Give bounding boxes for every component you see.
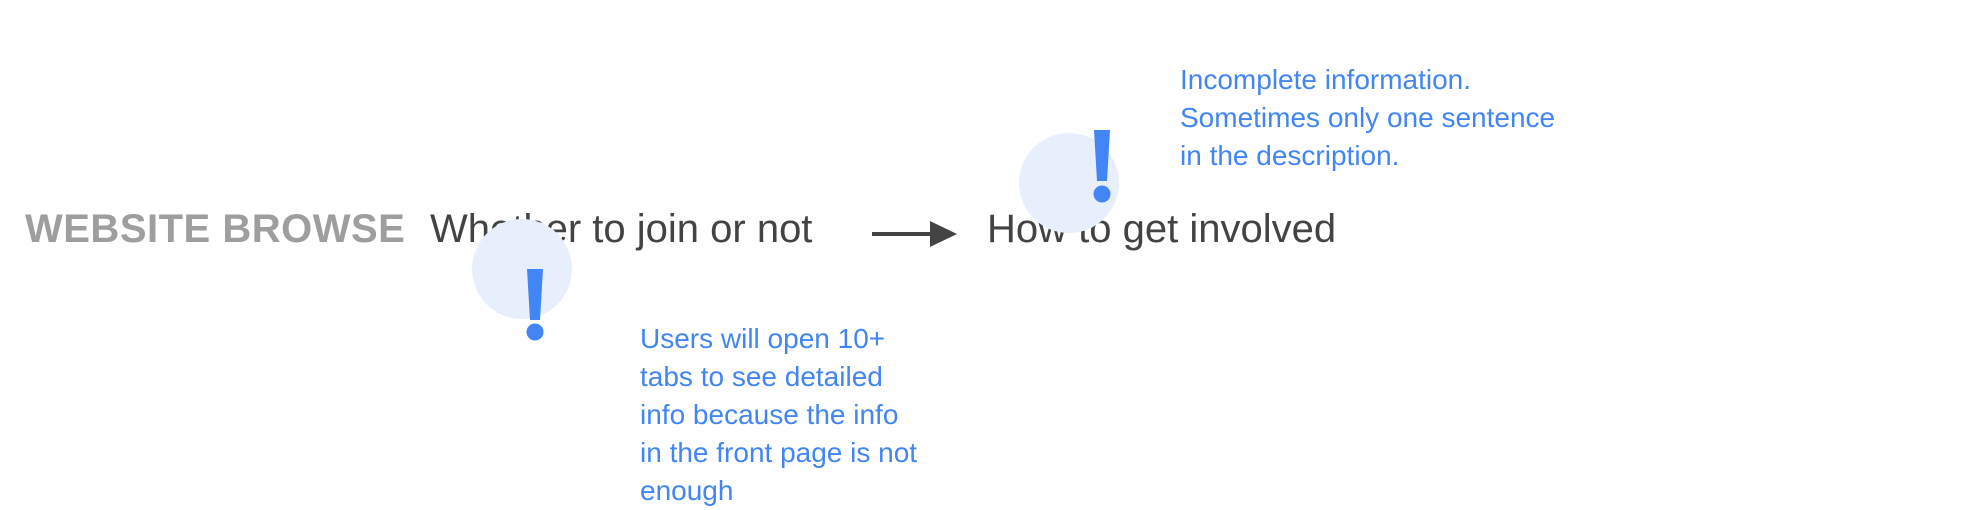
exclamation-icon <box>1019 130 1119 233</box>
pain-note-line: Sometimes only one sentence <box>1180 102 1556 133</box>
pain-note-line: tabs to see detailed <box>640 361 883 392</box>
pain-note-tabs: Users will open 10+ tabs to see detailed… <box>640 320 917 510</box>
pain-note-line: Users will open 10+ <box>640 323 886 354</box>
section-label: WEBSITE BROWSE <box>25 207 406 251</box>
pain-note-line: Incomplete information. <box>1180 64 1472 95</box>
pain-note-line: in the front page is not <box>640 437 918 468</box>
pain-note-line: enough <box>640 475 734 506</box>
arrow-right-icon <box>872 221 957 247</box>
pain-note-line: in the description. <box>1180 140 1400 171</box>
pain-note-incomplete-info: Incomplete information. Sometimes only o… <box>1180 61 1555 175</box>
exclamation-icon <box>472 219 572 341</box>
pain-note-line: info because the info <box>640 399 899 430</box>
